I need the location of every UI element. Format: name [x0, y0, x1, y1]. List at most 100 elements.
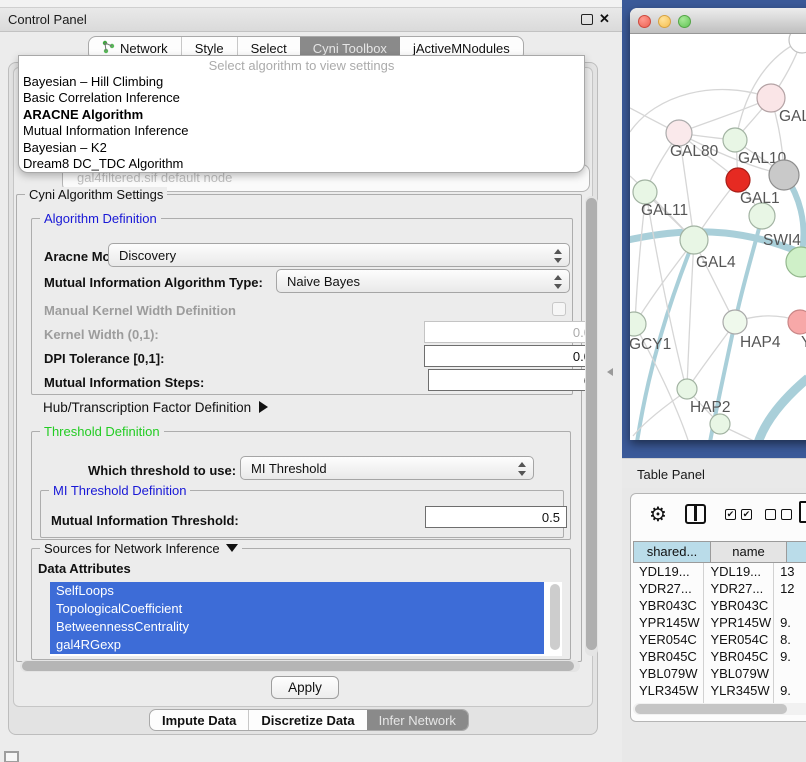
table-row[interactable]: YBR045CYBR045C9.	[633, 648, 806, 665]
data-attribute-item[interactable]: TopologicalCoefficient	[50, 600, 544, 618]
table-cell	[774, 597, 806, 614]
unchecked-checkbox-icon[interactable]	[781, 509, 792, 520]
network-node-y[interactable]	[788, 310, 806, 334]
stepper-arrows-icon	[518, 461, 527, 477]
table-panel-titlebar: Table Panel	[622, 458, 806, 488]
table-row[interactable]: YBR043CYBR043C	[633, 597, 806, 614]
network-node[interactable]	[789, 34, 806, 53]
tab-label: Select	[251, 41, 287, 56]
which-threshold-value: MI Threshold	[251, 461, 327, 476]
bottom-tab-impute-data[interactable]: Impute Data	[150, 710, 248, 730]
float-panel-icon[interactable]	[581, 14, 593, 25]
network-canvas[interactable]: GALGAL80GAL10GAL1GAL11SWI4GAL4GCY1HAP4YH…	[630, 34, 806, 440]
network-node-gal11[interactable]	[633, 180, 657, 204]
network-node[interactable]	[710, 414, 730, 434]
network-node-hap4[interactable]	[723, 310, 747, 334]
network-view-window: GALGAL80GAL10GAL1GAL11SWI4GAL4GCY1HAP4YH…	[630, 8, 806, 440]
table-row[interactable]: YDL19...YDL19...13	[633, 563, 806, 580]
mi-threshold-field[interactable]: 0.5	[425, 506, 567, 528]
control-panel-titlebar: Control Panel ✕	[0, 8, 622, 32]
panel-splitter-arrow-icon[interactable]	[607, 368, 613, 376]
manual-kernel-width-checkbox[interactable]	[552, 302, 566, 316]
table-row[interactable]: YBL079WYBL079W	[633, 665, 806, 682]
table-cell: YBL079W	[633, 665, 704, 682]
data-attribute-item[interactable]: BetweennessCentrality	[50, 618, 544, 636]
network-node[interactable]	[769, 160, 799, 190]
stepper-arrows-icon	[554, 274, 563, 290]
checked-checkbox-icon[interactable]: ✔	[741, 509, 752, 520]
column-header[interactable]: name	[711, 541, 787, 563]
algorithm-option[interactable]: ARACNE Algorithm	[19, 107, 584, 123]
mi-algorithm-type-label: Mutual Information Algorithm Type:	[44, 275, 263, 290]
network-node-hap2[interactable]	[677, 379, 697, 399]
node-label: GAL4	[696, 254, 736, 271]
data-attribute-item[interactable]: SelfLoops	[50, 582, 544, 600]
settings-vertical-scrollbar[interactable]	[585, 196, 598, 656]
column-header[interactable]: shared...	[633, 541, 711, 563]
algorithm-option[interactable]: Basic Correlation Inference	[19, 90, 584, 106]
network-node-gal4[interactable]	[680, 226, 708, 254]
tab-label: Style	[195, 41, 224, 56]
bottom-tab-discretize-data[interactable]: Discretize Data	[248, 710, 366, 730]
node-label: GAL11	[641, 202, 688, 219]
tab-label: Cyni Toolbox	[313, 41, 387, 56]
close-panel-icon[interactable]: ✕	[599, 11, 610, 27]
network-node[interactable]	[726, 168, 750, 192]
zoom-window-icon[interactable]	[678, 15, 691, 28]
mi-algorithm-type-combo[interactable]: Naive Bayes	[276, 269, 570, 293]
algorithm-definition-group: Algorithm Definition Aracne Mode: Discov…	[31, 218, 573, 395]
minimize-window-icon[interactable]	[658, 15, 671, 28]
table-row[interactable]: YPR145WYPR145W9.	[633, 614, 806, 631]
apply-button[interactable]: Apply	[271, 676, 339, 699]
mi-steps-label: Mutual Information Steps:	[44, 375, 204, 390]
table-panel-body: ⚙ ✔ ✔ shared...name YDL19...YDL19...13YD…	[630, 493, 806, 722]
checked-checkbox-icon[interactable]: ✔	[725, 509, 736, 520]
algorithm-option[interactable]: Mutual Information Inference	[19, 123, 584, 139]
table-row[interactable]: YER054CYER054C8.	[633, 631, 806, 648]
column-header[interactable]	[787, 541, 806, 563]
collapse-down-icon	[226, 544, 238, 552]
table-cell: YDR27...	[633, 580, 704, 597]
aracne-mode-combo[interactable]: Discovery	[108, 243, 570, 267]
manual-kernel-width-label: Manual Kernel Width Definition	[44, 303, 236, 318]
collapsed-panel-icon[interactable]	[4, 751, 19, 762]
mi-threshold-definition-title: MI Threshold Definition	[49, 483, 190, 498]
algorithm-option[interactable]: Bayesian – K2	[19, 140, 584, 156]
settings-horizontal-scrollbar[interactable]	[20, 660, 580, 672]
hub-definition-toggle[interactable]: Hub/Transcription Factor Definition	[43, 400, 268, 415]
bottom-tab-infer-network[interactable]: Infer Network	[367, 710, 468, 730]
stepper-arrows-icon	[554, 248, 563, 264]
table-cell: 12	[774, 580, 806, 597]
algorithm-option[interactable]: Dream8 DC_TDC Algorithm	[19, 156, 584, 172]
mi-steps-field[interactable]: 6	[428, 369, 598, 391]
table-cell: YER054C	[704, 631, 774, 648]
document-icon[interactable]	[799, 501, 806, 523]
table-cell: YLR345W	[633, 682, 704, 699]
sources-group-title[interactable]: Sources for Network Inference	[40, 541, 242, 556]
table-row[interactable]: YDR27...YDR27...12	[633, 580, 806, 597]
which-threshold-combo[interactable]: MI Threshold	[240, 456, 534, 480]
tab-label: jActiveMNodules	[413, 41, 510, 56]
columns-icon[interactable]	[685, 504, 706, 524]
table-cell: 9.	[774, 648, 806, 665]
algorithm-option[interactable]: Bayesian – Hill Climbing	[19, 74, 584, 90]
dpi-tolerance-field[interactable]: 0.0	[424, 345, 598, 367]
close-window-icon[interactable]	[638, 15, 651, 28]
gear-icon[interactable]: ⚙	[649, 502, 667, 527]
table-horizontal-scrollbar[interactable]	[633, 703, 806, 715]
network-window-titlebar[interactable]	[630, 8, 806, 34]
data-attributes-label: Data Attributes	[38, 561, 131, 576]
threshold-definition-group: Threshold Definition Which threshold to …	[31, 431, 571, 540]
attributes-list-scrollbar[interactable]	[550, 584, 560, 650]
network-node-gcy1[interactable]	[630, 312, 646, 336]
network-node-gal10[interactable]	[723, 128, 747, 152]
table-row[interactable]: YLR345WYLR345W9.	[633, 682, 806, 699]
table-cell: 8.	[774, 631, 806, 648]
right-region: GALGAL80GAL10GAL1GAL11SWI4GAL4GCY1HAP4YH…	[622, 0, 806, 762]
data-attributes-list: SelfLoopsTopologicalCoefficientBetweenne…	[50, 582, 562, 656]
data-attribute-item[interactable]: gal4RGexp	[50, 636, 544, 654]
table-panel-title: Table Panel	[637, 467, 705, 482]
kernel-width-field[interactable]: 0.0	[424, 321, 598, 343]
unchecked-checkbox-icon[interactable]	[765, 509, 776, 520]
table-header-row: shared...name	[633, 541, 806, 563]
